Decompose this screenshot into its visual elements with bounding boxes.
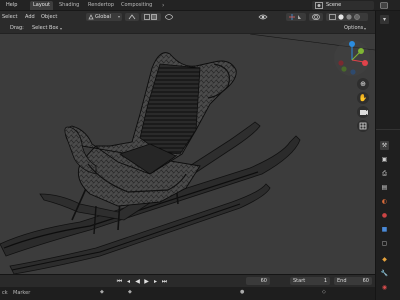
transform-orientation-dropdown[interactable]: Global ▾ <box>86 13 122 21</box>
snap-icon <box>144 14 157 20</box>
current-frame-value: 60 <box>260 278 267 284</box>
tool-settings-header: Drag: Select Box ▾ Options ▾ <box>0 23 375 34</box>
orientation-label: Global <box>95 14 111 20</box>
start-label: Start <box>293 278 306 284</box>
start-frame-field[interactable]: Start 1 <box>290 277 330 285</box>
top-menu-bar: Help Layout Shading Rendertop Compositin… <box>0 0 400 11</box>
keyframe-icon[interactable]: ◆ <box>128 289 132 295</box>
render-properties-icon[interactable]: ▣ <box>380 155 389 164</box>
shading-mode-group[interactable] <box>326 13 368 21</box>
tab-layout[interactable]: Layout <box>30 1 53 10</box>
end-label: End <box>337 278 347 284</box>
outliner-filter-icon[interactable]: ▾ <box>380 15 389 24</box>
snap-button[interactable] <box>141 13 161 21</box>
keyframe-icon[interactable]: ◆ <box>100 289 104 295</box>
collection-properties-icon[interactable]: ▢ <box>380 239 389 248</box>
next-keyframe-icon[interactable]: ▸ <box>152 278 159 285</box>
properties-sidebar: ▾ ⚒ ▣ ⎙ ▤ ◐ ● ■ ▢ ◆ 🔧 ◉ <box>375 11 400 300</box>
object-properties-icon[interactable]: ■ <box>380 225 389 234</box>
end-frame-field[interactable]: End 60 <box>334 277 372 285</box>
wrench-icon[interactable]: 🔧 <box>380 269 389 278</box>
pivot-point-button[interactable] <box>125 13 139 21</box>
play-reverse-icon[interactable]: ◀ <box>134 278 141 285</box>
divider <box>376 129 400 130</box>
drag-select-box-dropdown[interactable]: Select Box <box>32 25 58 32</box>
tool-properties-icon[interactable]: ⚒ <box>380 141 389 150</box>
key-type-icon[interactable]: ◇ <box>322 289 326 295</box>
world-properties-icon[interactable]: ● <box>380 211 389 220</box>
gizmo-icon <box>289 14 301 20</box>
shading-modes-icon <box>329 14 360 20</box>
menu-playback[interactable]: ck <box>2 290 8 296</box>
scene-properties-icon[interactable]: ◐ <box>380 197 389 206</box>
menu-help[interactable]: Help <box>6 2 17 9</box>
jump-end-icon[interactable]: ⏭ <box>161 278 168 285</box>
output-properties-icon[interactable]: ⎙ <box>380 169 389 178</box>
drag-label: Drag: <box>10 25 24 31</box>
auto-keying-icon[interactable]: ● <box>240 289 244 295</box>
options-dropdown[interactable]: Options <box>344 25 363 32</box>
timeline-editor: ⏮ ◂ ◀ ▶ ▸ ⏭ 60 Start 1 End 60 ck Marker … <box>0 274 375 300</box>
tab-shading[interactable]: Shading <box>56 1 82 10</box>
start-value: 1 <box>323 278 327 284</box>
3d-viewport[interactable]: ⊕ ✋ <box>0 34 375 274</box>
prev-keyframe-icon[interactable]: ◂ <box>125 278 132 285</box>
visibility-icon[interactable] <box>258 13 268 21</box>
menu-marker[interactable]: Marker <box>13 290 30 296</box>
scene-selector[interactable]: Scene <box>312 1 374 10</box>
physics-properties-icon[interactable]: ◉ <box>380 283 389 292</box>
play-icon[interactable]: ▶ <box>143 278 150 285</box>
orientation-icon <box>88 14 94 20</box>
navigation-gizmo[interactable] <box>332 38 372 78</box>
proportional-edit-icon[interactable] <box>165 14 173 20</box>
camera-glyph <box>360 110 368 115</box>
grid-icon[interactable] <box>357 120 369 132</box>
chevron-right-icon[interactable]: › <box>162 2 168 9</box>
scene-name: Scene <box>326 2 342 8</box>
jump-start-icon[interactable]: ⏮ <box>116 278 123 285</box>
zoom-icon[interactable]: ⊕ <box>357 78 369 90</box>
grid-glyph <box>359 122 367 130</box>
pivot-icon <box>128 14 136 20</box>
chevron-down-icon: ▾ <box>364 26 367 31</box>
gizmo-toggle[interactable] <box>286 13 306 21</box>
sleigh-model <box>0 34 375 274</box>
current-frame-field[interactable]: 60 <box>246 277 270 285</box>
chevron-down-icon: ▾ <box>117 14 120 19</box>
tab-compositing[interactable]: Compositing <box>118 1 155 10</box>
hand-icon[interactable]: ✋ <box>357 92 369 104</box>
overlays-icon <box>312 14 320 20</box>
menu-select[interactable]: Select <box>2 13 17 21</box>
scene-icon <box>315 2 323 9</box>
menu-object[interactable]: Object <box>41 13 57 21</box>
end-value: 60 <box>362 278 369 284</box>
view-layer-properties-icon[interactable]: ▤ <box>380 183 389 192</box>
chevron-down-icon: ▾ <box>60 26 63 31</box>
modifier-properties-icon[interactable]: ◆ <box>380 255 389 264</box>
camera-icon[interactable] <box>357 106 369 118</box>
tab-rendertop[interactable]: Rendertop <box>85 1 117 10</box>
view-layer-icon[interactable] <box>380 2 388 9</box>
menu-add[interactable]: Add <box>25 13 35 21</box>
timeline-header: ⏮ ◂ ◀ ▶ ▸ ⏭ 60 Start 1 End 60 <box>0 275 375 287</box>
timeline-menu-row: ck Marker ◆ ◆ ● ◇ <box>0 287 375 300</box>
viewport-header: Select Add Object Global ▾ <box>0 11 375 23</box>
overlays-toggle[interactable] <box>309 13 323 21</box>
